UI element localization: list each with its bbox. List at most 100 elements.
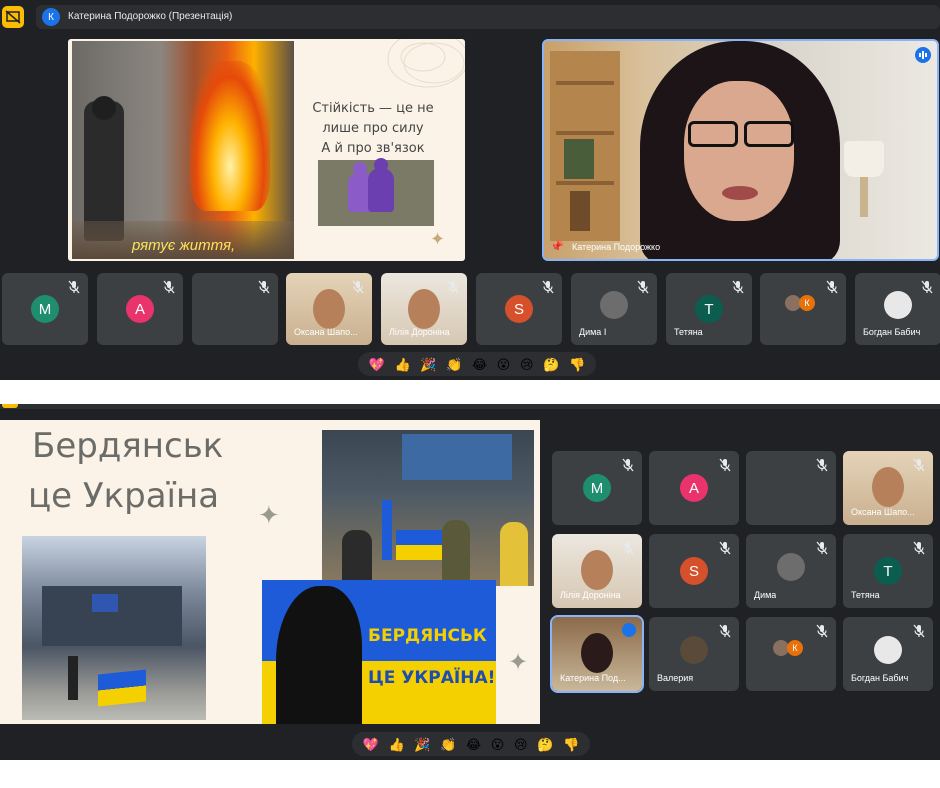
reaction-button[interactable]: 👍 (389, 738, 405, 751)
mic-off-icon (816, 458, 828, 472)
event-photo (322, 430, 534, 586)
participant-name: Лілія Доронiна (560, 590, 621, 600)
mic-off-icon (719, 624, 731, 638)
speaker-name: Катерина Подорожко (572, 242, 661, 252)
reaction-button[interactable]: 😂 (472, 358, 487, 371)
participant-avatar: A (680, 474, 708, 502)
reaction-button[interactable]: 💖 (369, 358, 385, 371)
participant-tile[interactable]: Оксана Шапо... (843, 451, 933, 525)
participant-tile[interactable]: Богдан Бабич (843, 617, 933, 691)
participant-name: Оксана Шапо... (851, 507, 915, 517)
pin-icon[interactable]: 📌 (550, 240, 564, 253)
reaction-button[interactable]: 👍 (395, 358, 411, 371)
participant-name: Лілія Доронiна (389, 327, 450, 337)
participant-avatar: К (787, 640, 803, 656)
mic-off-icon (719, 541, 731, 555)
silhouette (276, 586, 362, 724)
participant-tile[interactable]: Катерина Под... (550, 615, 644, 693)
mic-off-icon (447, 280, 459, 294)
reaction-button[interactable]: 🎉 (420, 358, 436, 371)
meeting-panel-top: К Катерина Подорожко (Презентація) рятує… (0, 0, 940, 380)
participant-video (581, 633, 613, 673)
meeting-panel-bottom: Бердянськ це Україна ✦ ✦ БЕРДЯНСЬК ЦЕ УК… (0, 404, 940, 760)
shared-slide-berdiansk: Бердянськ це Україна ✦ ✦ БЕРДЯНСЬК ЦЕ УК… (0, 420, 540, 724)
participant-avatar: S (680, 557, 708, 585)
presenter-chip[interactable]: К Катерина Подорожко (Презентація) (36, 5, 940, 29)
active-speaker-icon (915, 47, 931, 63)
banner-line2: ЦЕ УКРАЇНА! (368, 668, 496, 688)
participant-video (408, 289, 440, 329)
mic-off-icon (913, 624, 925, 638)
mic-off-icon (719, 458, 731, 472)
reaction-button[interactable]: 🤔 (537, 738, 553, 751)
participant-tile[interactable]: Дима (746, 534, 836, 608)
slide-text-line2: лише про силу (322, 121, 424, 136)
slide-text-line1: Стійкість — це не (312, 101, 434, 116)
mic-off-icon (68, 280, 80, 294)
participant-name: Валерия (657, 673, 694, 683)
slide-text-line3: А й про зв'язок (321, 141, 425, 156)
reaction-button[interactable]: 👎 (569, 358, 585, 371)
hug-illustration (318, 158, 434, 226)
reaction-button[interactable]: 😂 (466, 738, 481, 751)
participant-name: Тетяна (851, 590, 880, 600)
participant-tile[interactable]: Богдан Бабич (855, 273, 940, 345)
mic-off-icon (258, 280, 270, 294)
participant-avatar: К (799, 295, 815, 311)
presenter-avatar: К (42, 8, 60, 26)
participant-tile[interactable]: Валерия (649, 617, 739, 691)
participant-tile[interactable]: M (2, 273, 88, 345)
berdiansk-banner: БЕРДЯНСЬК ЦЕ УКРАЇНА! (262, 580, 496, 724)
participant-avatar: S (505, 295, 533, 323)
shared-slide: рятує життя, Стійкість — це не лише про … (68, 39, 465, 261)
participant-tile[interactable]: T Тетяна (843, 534, 933, 608)
participant-avatar: A (126, 295, 154, 323)
sparkle-icon: ✦ (508, 649, 529, 676)
participant-tile[interactable]: К (746, 617, 836, 691)
reaction-button[interactable]: 😢 (514, 738, 528, 751)
participant-photo-avatar (777, 553, 805, 581)
participant-tile[interactable]: Дима І (571, 273, 657, 345)
participant-tile[interactable]: A (649, 451, 739, 525)
speaker-video-tile[interactable]: 📌 Катерина Подорожко (542, 39, 939, 261)
participant-tile[interactable]: T Тетяна (666, 273, 752, 345)
reaction-button[interactable]: 👏 (440, 738, 456, 751)
reaction-button[interactable]: 🤔 (543, 358, 559, 371)
lamp (844, 141, 884, 177)
participant-tile[interactable]: К (760, 273, 846, 345)
participant-tile[interactable] (746, 451, 836, 525)
participant-name: Дима (754, 590, 777, 600)
reactions-bar-bottom: 💖 👍 🎉 👏 😂 😮 😢 🤔 👎 (352, 732, 590, 756)
participant-tile[interactable]: M (552, 451, 642, 525)
reaction-button[interactable]: 💖 (363, 738, 379, 751)
reaction-button[interactable]: 😮 (497, 358, 511, 371)
mic-off-icon (913, 541, 925, 555)
participant-name: Дима І (579, 327, 607, 337)
mic-off-icon (163, 280, 175, 294)
reaction-button[interactable]: 🎉 (414, 738, 430, 751)
speaker-glasses (684, 121, 794, 147)
slide-title-line2: це Україна (28, 476, 220, 516)
participant-photo-avatar (680, 636, 708, 664)
participant-tile[interactable]: Лілія Доронiна (552, 534, 642, 608)
presentation-icon[interactable] (2, 6, 24, 28)
participant-tile[interactable]: S (476, 273, 562, 345)
mic-off-icon (622, 541, 634, 555)
slide-title-line1: Бердянськ (32, 426, 224, 466)
reaction-button[interactable]: 😮 (491, 738, 505, 751)
reaction-button[interactable]: 👎 (563, 738, 579, 751)
participant-name: Тетяна (674, 327, 703, 337)
participant-tile[interactable]: Оксана Шапо... (286, 273, 372, 345)
participant-tile[interactable]: Лілія Доронiна (381, 273, 467, 345)
reaction-button[interactable]: 😢 (520, 358, 534, 371)
mic-off-icon (913, 458, 925, 472)
participant-photo-avatar (600, 291, 628, 319)
participant-photo-avatar (874, 636, 902, 664)
mic-off-icon (732, 280, 744, 294)
reactions-bar-top: 💖 👍 🎉 👏 😂 😮 😢 🤔 👎 (358, 352, 596, 376)
reaction-button[interactable]: 👏 (446, 358, 462, 371)
participant-tile[interactable]: A (97, 273, 183, 345)
participant-tile[interactable]: S (649, 534, 739, 608)
mic-off-icon (816, 541, 828, 555)
participant-tile[interactable] (192, 273, 278, 345)
